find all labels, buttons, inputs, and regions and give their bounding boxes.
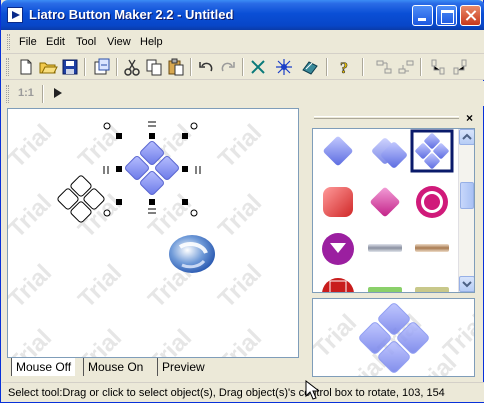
shape-gallery [312, 128, 475, 293]
toolbar-grip [6, 58, 9, 76]
gallery-item-magenta-down-circle[interactable] [322, 233, 354, 265]
menu-tool[interactable]: Tool [76, 36, 96, 48]
selected-diamond-group[interactable] [124, 140, 179, 195]
paste-icon[interactable] [166, 57, 186, 77]
gallery-item-green-bar-partial[interactable] [368, 287, 402, 292]
scroll-up-button[interactable] [459, 129, 474, 145]
gallery-scrollbar[interactable] [458, 129, 474, 292]
gallery-item-brown-bar[interactable] [415, 244, 449, 252]
tab-preview[interactable]: Preview [157, 358, 209, 376]
align-right-icon[interactable] [396, 57, 416, 77]
toolbar-separator [242, 58, 244, 76]
gallery-item-magenta-diamond[interactable] [369, 186, 400, 217]
cut-icon[interactable] [122, 57, 142, 77]
menu-file[interactable]: File [19, 36, 37, 48]
app-icon[interactable] [7, 7, 23, 23]
shape-gallery-panel: × Trial Trial Trial Trial [306, 108, 479, 378]
undo-icon[interactable] [196, 57, 216, 77]
tab-mouse-off[interactable]: Mouse Off [11, 358, 76, 376]
gallery-item-olive-bar-partial[interactable] [415, 287, 449, 292]
mouse-cursor-icon [305, 380, 319, 400]
toolbar-separator [42, 85, 44, 103]
gallery-item-blue-diamond[interactable] [322, 135, 353, 166]
main-toolbar: ? [2, 54, 484, 80]
gallery-item-magenta-ring[interactable] [416, 186, 448, 218]
watermark-text: Trial [313, 309, 362, 363]
status-bar: Select tool:Drag or click to select obje… [2, 382, 484, 402]
panel-close-button[interactable]: × [466, 111, 473, 125]
zoom-button[interactable]: 1:1 [18, 87, 34, 99]
selection-handles[interactable] [103, 121, 201, 217]
gallery-item-gray-bar[interactable] [368, 244, 402, 252]
minimize-button[interactable] [412, 5, 433, 26]
scroll-thumb[interactable] [460, 182, 474, 209]
view-tabs: Mouse Off Mouse On Preview [7, 357, 299, 377]
app-window: Liatro Button Maker 2.2 - Untitled File … [0, 0, 484, 403]
toolbar-separator [420, 58, 422, 76]
fill-tool-icon[interactable] [300, 57, 320, 77]
gallery-header: × [306, 108, 479, 128]
button-preview: Trial Trial Trial Trial Trial [312, 298, 475, 377]
align-top-icon[interactable] [428, 57, 448, 77]
export-icon[interactable] [92, 57, 112, 77]
toolbar-separator [116, 58, 118, 76]
status-text: Select tool:Drag or click to select obje… [8, 387, 445, 399]
tab-mouse-on[interactable]: Mouse On [83, 358, 148, 376]
maximize-button[interactable] [436, 5, 457, 26]
svg-text:?: ? [340, 60, 348, 77]
menu-grip [7, 34, 10, 50]
align-bottom-icon[interactable] [450, 57, 470, 77]
gallery-item-red-circle-partial[interactable] [322, 278, 354, 292]
new-file-icon[interactable] [16, 57, 36, 77]
open-folder-icon[interactable] [38, 57, 58, 77]
gallery-item-blue-double-diamond[interactable] [371, 137, 408, 169]
design-canvas[interactable]: Trial Trial Trial Trial Trial Trial Tria… [7, 108, 299, 358]
outline-diamond-group[interactable] [57, 175, 106, 224]
toolbar-separator [326, 58, 328, 76]
toolbar-separator [84, 58, 86, 76]
redo-icon[interactable] [218, 57, 238, 77]
menu-bar: File Edit Tool View Help [2, 30, 484, 54]
save-icon[interactable] [60, 57, 80, 77]
align-left-icon[interactable] [374, 57, 394, 77]
menu-edit[interactable]: Edit [46, 36, 65, 48]
copy-icon[interactable] [144, 57, 164, 77]
menu-view[interactable]: View [107, 36, 131, 48]
toolbar-separator [362, 58, 364, 76]
help-icon[interactable]: ? [335, 57, 355, 78]
panel-grip[interactable] [314, 116, 459, 119]
scroll-down-button[interactable] [459, 276, 474, 292]
canvas-objects [57, 121, 215, 273]
select-tool-icon[interactable] [248, 57, 268, 77]
gallery-item-red-rounded-square[interactable] [323, 187, 353, 217]
swirl-object[interactable] [169, 235, 215, 273]
menu-help[interactable]: Help [140, 36, 163, 48]
gallery-item-quad-diamond-selected[interactable] [410, 129, 454, 173]
star-tool-icon[interactable] [274, 57, 294, 77]
title-bar[interactable]: Liatro Button Maker 2.2 - Untitled [1, 0, 484, 30]
view-toolbar: 1:1 [2, 81, 484, 106]
play-icon[interactable] [48, 83, 68, 103]
close-button[interactable] [460, 5, 481, 26]
toolbar-separator [190, 58, 192, 76]
toolbar-grip [6, 85, 9, 103]
window-title: Liatro Button Maker 2.2 - Untitled [29, 7, 234, 22]
